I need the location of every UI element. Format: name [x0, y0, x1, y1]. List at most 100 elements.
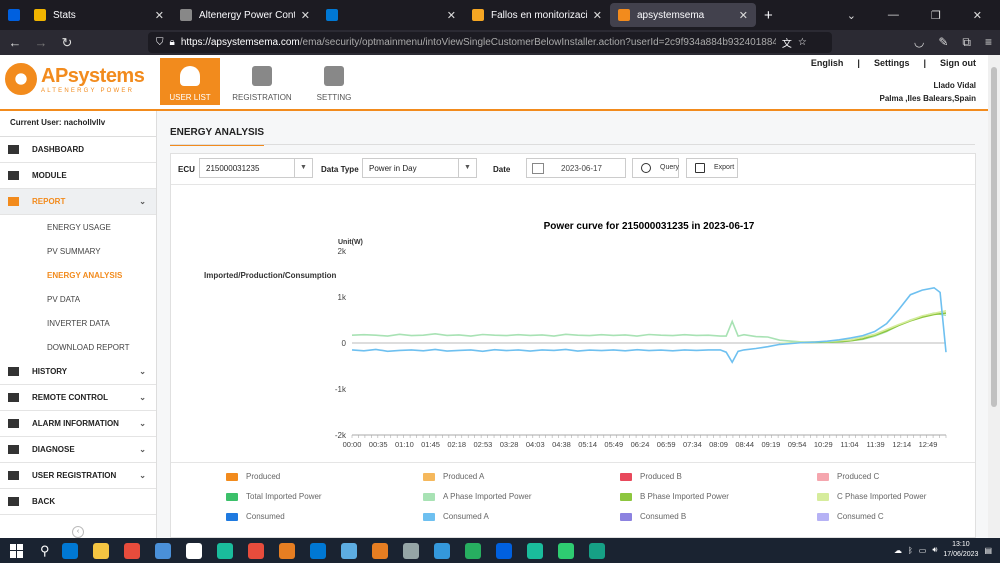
network-icon[interactable]: ▭	[919, 546, 927, 555]
sidebar-item-dashboard[interactable]: DASHBOARD	[0, 137, 156, 163]
taskbar-app-icon[interactable]	[371, 542, 388, 559]
bookmark-star-icon[interactable]: ☆	[798, 37, 807, 48]
taskbar-app-icon[interactable]	[309, 542, 326, 559]
legend-item[interactable]: Consumed B	[620, 512, 686, 521]
sidebar-subitem-pv-data[interactable]: PV DATA	[0, 287, 156, 311]
minimize-button[interactable]: —	[888, 9, 899, 22]
sidebar-item-module[interactable]: MODULE	[0, 163, 156, 189]
sidebar-item-report[interactable]: REPORT ⌄	[0, 189, 156, 215]
sidebar-item-history[interactable]: HISTORY ⌄	[0, 359, 156, 385]
taskbar-app-icon[interactable]	[247, 542, 264, 559]
top-menu-setting[interactable]: SETTING	[304, 58, 364, 105]
taskbar-app-icon[interactable]	[154, 542, 171, 559]
browser-tab[interactable]: Altenergy Power Control Softwa ✕	[172, 0, 318, 30]
reload-icon[interactable]: ↻	[54, 35, 80, 51]
notification-icon[interactable]: ▤	[984, 546, 992, 555]
close-tab-icon[interactable]: ✕	[447, 9, 456, 22]
browser-tab[interactable]: apsystemsema ✕	[610, 3, 756, 27]
series-line-consumed-a[interactable]	[351, 286, 947, 364]
legend-item[interactable]: Consumed A	[423, 512, 489, 521]
extensions-icon[interactable]: ⧉	[962, 35, 971, 50]
volume-icon[interactable]: 🔊︎	[932, 545, 937, 555]
close-tab-icon[interactable]: ✕	[301, 9, 310, 22]
sidebar-item-diagnose[interactable]: DIAGNOSE ⌄	[0, 437, 156, 463]
apsystems-logo[interactable]: APsystems ALTENERGY POWER	[5, 63, 145, 95]
chevron-down-icon[interactable]: ▼	[294, 159, 312, 177]
pocket-icon[interactable]: ◡	[914, 35, 924, 50]
translate-icon[interactable]: 文	[782, 35, 792, 50]
legend-item[interactable]: Produced A	[423, 472, 484, 481]
legend-item[interactable]: Consumed	[226, 512, 285, 521]
close-tab-icon[interactable]: ✕	[739, 9, 748, 22]
taskbar-app-icon[interactable]	[588, 542, 605, 559]
browser-tab[interactable]: Stats ✕	[26, 0, 172, 30]
legend-item[interactable]: Consumed C	[817, 512, 884, 521]
close-tab-icon[interactable]: ✕	[155, 9, 164, 22]
header-link-english[interactable]: English	[811, 58, 844, 68]
query-button[interactable]: Query	[632, 158, 679, 178]
legend-item[interactable]: C Phase Imported Power	[817, 492, 926, 501]
browser-tab[interactable]: ✕	[318, 0, 464, 30]
sidebar-collapse-button[interactable]: ‹	[72, 526, 84, 538]
export-button[interactable]: Export	[686, 158, 738, 178]
browser-tab[interactable]: Fallos en monitorizacion micro ✕	[464, 0, 610, 30]
legend-item[interactable]: Produced C	[817, 472, 879, 481]
url-bar[interactable]: ⛉ 🔒︎ https://apsystemsema.com/ema/securi…	[148, 32, 832, 53]
sidebar-item-remote-control[interactable]: REMOTE CONTROL ⌄	[0, 385, 156, 411]
top-menu-user-list[interactable]: USER LIST	[160, 58, 220, 105]
legend-item[interactable]: B Phase Imported Power	[620, 492, 729, 501]
sidebar-item-alarm-information[interactable]: ALARM INFORMATION ⌄	[0, 411, 156, 437]
taskbar-app-icon[interactable]	[557, 542, 574, 559]
date-input[interactable]: 2023-06-17	[526, 158, 626, 178]
shield-icon[interactable]: ⛉	[156, 37, 164, 48]
sidebar-subitem-inverter-data[interactable]: INVERTER DATA	[0, 311, 156, 335]
legend-item[interactable]: Total Imported Power	[226, 492, 322, 501]
taskbar-app-icon[interactable]	[495, 542, 512, 559]
taskbar-app-icon[interactable]	[123, 542, 140, 559]
calendar-icon[interactable]	[532, 163, 544, 174]
restore-button[interactable]: ❐	[931, 9, 941, 22]
tab-list-icon[interactable]: ⌄	[847, 9, 856, 22]
legend-item[interactable]: A Phase Imported Power	[423, 492, 532, 501]
taskbar-app-icon[interactable]	[402, 542, 419, 559]
taskbar-app-icon[interactable]	[340, 542, 357, 559]
header-link-settings[interactable]: Settings	[874, 58, 910, 68]
tools-icon[interactable]: ✎	[938, 35, 948, 50]
taskbar-clock[interactable]: 13:10 17/06/2023	[943, 540, 978, 560]
header-link-sign-out[interactable]: Sign out	[940, 58, 976, 68]
sidebar-subitem-energy-usage[interactable]: ENERGY USAGE	[0, 215, 156, 239]
close-window-button[interactable]: ✕	[973, 9, 982, 22]
sidebar-item-user-registration[interactable]: USER REGISTRATION ⌄	[0, 463, 156, 489]
browser-tab[interactable]	[0, 0, 26, 30]
chevron-down-icon[interactable]: ▼	[458, 159, 476, 177]
taskbar-app-icon[interactable]	[92, 542, 109, 559]
taskbar-app-icon[interactable]	[216, 542, 233, 559]
legend-item[interactable]: Produced B	[620, 472, 682, 481]
windows-start-icon[interactable]	[10, 543, 24, 558]
taskbar-app-icon[interactable]	[278, 542, 295, 559]
lock-icon[interactable]: 🔒︎	[170, 37, 175, 48]
bluetooth-icon[interactable]: ᛒ	[908, 546, 913, 555]
taskbar-app-icon[interactable]	[185, 542, 202, 559]
series-line-b-phase-imported-power[interactable]	[779, 312, 947, 345]
ecu-select[interactable]: 215000031235 ▼	[199, 158, 313, 178]
sidebar-subitem-download-report[interactable]: DOWNLOAD REPORT	[0, 335, 156, 359]
taskbar-app-icon[interactable]	[433, 542, 450, 559]
taskbar-app-icon[interactable]	[61, 542, 78, 559]
sidebar-item-back[interactable]: BACK	[0, 489, 156, 515]
menu-icon[interactable]: ≡	[985, 35, 992, 50]
forward-arrow-icon[interactable]: →	[28, 35, 54, 50]
legend-item[interactable]: Produced	[226, 472, 280, 481]
weather-icon[interactable]: ☁	[894, 546, 902, 555]
close-tab-icon[interactable]: ✕	[593, 9, 602, 22]
taskbar-app-icon[interactable]	[464, 542, 481, 559]
new-tab-button[interactable]: +	[764, 7, 773, 24]
search-icon[interactable]: ⚲	[40, 543, 50, 559]
top-menu-registration[interactable]: REGISTRATION	[232, 58, 292, 105]
page-scrollbar[interactable]	[988, 55, 1000, 538]
sidebar-subitem-energy-analysis[interactable]: ENERGY ANALYSIS	[0, 263, 156, 287]
taskbar-app-icon[interactable]	[526, 542, 543, 559]
sidebar-subitem-pv-summary[interactable]: PV SUMMARY	[0, 239, 156, 263]
back-arrow-icon[interactable]: ←	[2, 35, 28, 50]
data-type-select[interactable]: Power in Day ▼	[362, 158, 477, 178]
